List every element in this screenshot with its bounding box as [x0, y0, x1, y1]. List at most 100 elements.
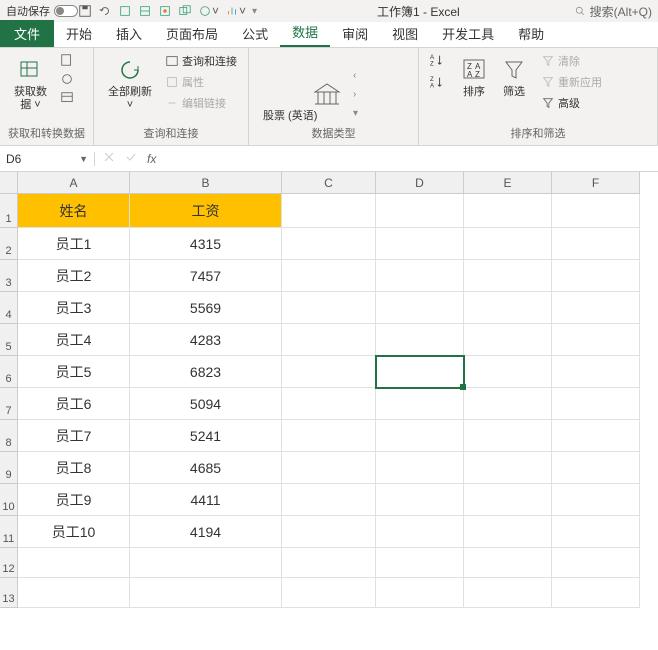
tab-view[interactable]: 视图: [380, 20, 430, 47]
tab-developer[interactable]: 开发工具: [430, 20, 506, 47]
qat-icon-1[interactable]: [118, 4, 132, 18]
cell-A5[interactable]: 员工4: [18, 324, 130, 356]
row-header[interactable]: 3: [0, 260, 18, 292]
cell-A13[interactable]: [18, 578, 130, 608]
cell-A10[interactable]: 员工9: [18, 484, 130, 516]
cell-B11[interactable]: 4194: [130, 516, 282, 548]
cell-D1[interactable]: [376, 194, 464, 228]
refresh-all-button[interactable]: 全部刷新 ˅: [102, 52, 158, 114]
column-header-A[interactable]: A: [18, 172, 130, 194]
cell-E4[interactable]: [464, 292, 552, 324]
qat-icon-2[interactable]: [138, 4, 152, 18]
column-header-B[interactable]: B: [130, 172, 282, 194]
cell-E11[interactable]: [464, 516, 552, 548]
advanced-filter-button[interactable]: 高级: [538, 94, 605, 112]
sort-desc-button[interactable]: ZA: [427, 74, 450, 90]
qat-icon-4[interactable]: [178, 4, 192, 18]
tab-page-layout[interactable]: 页面布局: [154, 20, 230, 47]
queries-connections-button[interactable]: 查询和连接: [162, 52, 240, 70]
row-header[interactable]: 2: [0, 228, 18, 260]
column-header-C[interactable]: C: [282, 172, 376, 194]
chevron-left-icon[interactable]: ‹: [353, 70, 358, 81]
autosave-toggle[interactable]: 自动保存: [6, 3, 78, 19]
tab-data[interactable]: 数据: [280, 18, 330, 47]
cell-B2[interactable]: 4315: [130, 228, 282, 260]
qat-icon-6[interactable]: ˅: [225, 4, 246, 18]
cell-C13[interactable]: [282, 578, 376, 608]
cell-D6[interactable]: [376, 356, 464, 388]
row-header[interactable]: 13: [0, 578, 18, 608]
from-text-icon[interactable]: [57, 52, 80, 68]
cell-F9[interactable]: [552, 452, 640, 484]
chevron-down-icon[interactable]: ▼: [79, 154, 88, 164]
cell-F12[interactable]: [552, 548, 640, 578]
cell-C9[interactable]: [282, 452, 376, 484]
cell-E3[interactable]: [464, 260, 552, 292]
cell-D8[interactable]: [376, 420, 464, 452]
row-header[interactable]: 7: [0, 388, 18, 420]
cell-A12[interactable]: [18, 548, 130, 578]
cell-D12[interactable]: [376, 548, 464, 578]
cell-C10[interactable]: [282, 484, 376, 516]
tab-formulas[interactable]: 公式: [230, 20, 280, 47]
cell-B10[interactable]: 4411: [130, 484, 282, 516]
cell-F10[interactable]: [552, 484, 640, 516]
cell-C1[interactable]: [282, 194, 376, 228]
row-header[interactable]: 12: [0, 548, 18, 578]
cell-D9[interactable]: [376, 452, 464, 484]
cell-F4[interactable]: [552, 292, 640, 324]
cell-D7[interactable]: [376, 388, 464, 420]
cell-A3[interactable]: 员工2: [18, 260, 130, 292]
cell-D13[interactable]: [376, 578, 464, 608]
column-header-D[interactable]: D: [376, 172, 464, 194]
search-box[interactable]: 搜索(Alt+Q): [574, 3, 652, 20]
cell-B7[interactable]: 5094: [130, 388, 282, 420]
cell-F2[interactable]: [552, 228, 640, 260]
cell-E13[interactable]: [464, 578, 552, 608]
cell-A6[interactable]: 员工5: [18, 356, 130, 388]
get-data-button[interactable]: 获取数 据 ˅: [8, 52, 53, 114]
cell-D10[interactable]: [376, 484, 464, 516]
cell-E2[interactable]: [464, 228, 552, 260]
cell-E7[interactable]: [464, 388, 552, 420]
from-web-icon[interactable]: [57, 71, 80, 87]
cell-B5[interactable]: 4283: [130, 324, 282, 356]
cell-C7[interactable]: [282, 388, 376, 420]
cell-D11[interactable]: [376, 516, 464, 548]
cell-B12[interactable]: [130, 548, 282, 578]
cell-F8[interactable]: [552, 420, 640, 452]
row-header[interactable]: 1: [0, 194, 18, 228]
cell-E5[interactable]: [464, 324, 552, 356]
cell-A4[interactable]: 员工3: [18, 292, 130, 324]
cell-A9[interactable]: 员工8: [18, 452, 130, 484]
cell-D2[interactable]: [376, 228, 464, 260]
row-header[interactable]: 11: [0, 516, 18, 548]
column-header-E[interactable]: E: [464, 172, 552, 194]
sort-button[interactable]: ZAAZ 排序: [454, 52, 494, 101]
cell-B8[interactable]: 5241: [130, 420, 282, 452]
row-header[interactable]: 4: [0, 292, 18, 324]
cell-C11[interactable]: [282, 516, 376, 548]
qat-icon-3[interactable]: [158, 4, 172, 18]
cell-B3[interactable]: 7457: [130, 260, 282, 292]
undo-icon[interactable]: [98, 4, 112, 18]
filter-button[interactable]: 筛选: [494, 52, 534, 101]
row-header[interactable]: 10: [0, 484, 18, 516]
name-box[interactable]: D6 ▼: [0, 152, 95, 166]
cell-D5[interactable]: [376, 324, 464, 356]
select-all-corner[interactable]: [0, 172, 18, 194]
qat-dropdown-icon[interactable]: ▾: [252, 6, 257, 17]
cell-B6[interactable]: 6823: [130, 356, 282, 388]
tab-home[interactable]: 开始: [54, 20, 104, 47]
cell-E1[interactable]: [464, 194, 552, 228]
cell-F3[interactable]: [552, 260, 640, 292]
cell-F1[interactable]: [552, 194, 640, 228]
tab-insert[interactable]: 插入: [104, 20, 154, 47]
tab-help[interactable]: 帮助: [506, 20, 556, 47]
cell-E8[interactable]: [464, 420, 552, 452]
row-header[interactable]: 9: [0, 452, 18, 484]
cell-A2[interactable]: 员工1: [18, 228, 130, 260]
save-icon[interactable]: [78, 4, 92, 18]
cell-A8[interactable]: 员工7: [18, 420, 130, 452]
cell-B9[interactable]: 4685: [130, 452, 282, 484]
